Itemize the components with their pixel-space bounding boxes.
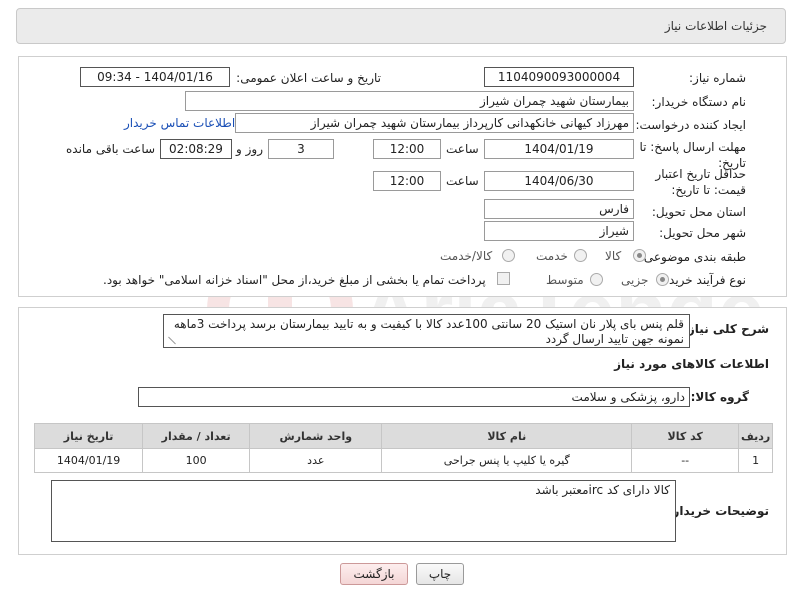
category-radio-service[interactable] [574,249,587,262]
col-unit: واحد شمارش [249,423,383,449]
description-text-value: قلم پنس بای پلار نان استیک 20 سانتی 100ع… [173,317,684,346]
buyer-org-field: بیمارستان شهید چمران شیراز [185,91,634,111]
days-label: روز و [236,142,263,156]
reply-deadline-time: 12:00 [373,139,441,159]
category-radio-goods[interactable] [633,249,646,262]
need-number-label: شماره نیاز: [689,71,746,85]
province-label: استان محل تحویل: [651,205,746,219]
page-title: جزئیات اطلاعات نیاز [664,19,767,33]
category-label: طبقه بندی موضوعی: [639,250,746,264]
cell-unit: عدد [249,448,383,473]
col-code: کد کالا [631,423,740,449]
announce-datetime-field: 1404/01/16 - 09:34 [80,67,230,87]
buyer-notes-label: توضیحات خریدار: [667,504,769,518]
price-validity-date: 1404/06/30 [484,171,634,191]
col-date: تاریخ نیاز [33,423,144,449]
description-text: قلم پنس بای پلار نان استیک 20 سانتی 100ع… [163,314,690,348]
cell-date: 1404/01/19 [33,448,144,473]
purchase-radio-minor[interactable] [656,273,669,286]
cell-row: 1 [738,448,773,473]
purchase-option-medium: متوسط [546,273,584,287]
time-remaining-label: ساعت باقی مانده [66,142,156,156]
treasury-checkbox[interactable] [497,272,510,285]
col-name: نام کالا [381,423,633,449]
category-option-both: کالا/خدمت [440,249,493,263]
city-field: شیراز [484,221,634,241]
days-remaining-field: 3 [268,139,334,159]
goods-section-title: اطلاعات کالاهای مورد نیاز [614,357,769,371]
price-validity-label: حداقل تاریخ اعتبار قیمت: تا تاریخ: [655,167,746,197]
province-field: فارس [484,199,634,219]
buyer-notes-text: کالا دارای کد ircمعتبر باشد [51,480,676,542]
buyer-contact-link[interactable]: اطلاعات تماس خریدار [124,116,235,130]
price-validity-time: 12:00 [373,171,441,191]
cell-code: -- [631,448,740,473]
description-label: شرح کلی نیاز: [683,322,769,336]
requester-label: ایجاد کننده درخواست: [635,118,746,132]
purchase-option-minor: جزیی [621,273,649,287]
treasury-note: پرداخت تمام یا بخشی از مبلغ خرید،از محل … [103,273,486,287]
purchase-type-label: نوع فرآیند خرید : [661,273,746,287]
buyer-org-label: نام دستگاه خریدار: [651,95,747,109]
reply-deadline-date: 1404/01/19 [484,139,634,159]
print-button[interactable]: چاپ [416,563,464,585]
col-qty: تعداد / مقدار [142,423,251,449]
cell-qty: 100 [142,448,251,473]
goods-table-header: ردیف کد کالا نام کالا واحد شمارش تعداد /… [33,423,773,449]
reply-time-label: ساعت [446,142,479,156]
goods-group-label: گروه کالا: [690,390,749,404]
goods-group-field: دارو، پزشکی و سلامت [138,387,690,407]
purchase-radio-medium[interactable] [590,273,603,286]
cell-name: گیره یا کلیپ یا پنس جراحی [381,448,633,473]
resize-grip-icon[interactable] [167,336,176,345]
requester-field: مهرزاد کیهانی خانکهدانی کارپرداز بیمارست… [235,113,634,133]
city-label: شهر محل تحویل: [659,226,746,240]
price-time-label: ساعت [446,174,479,188]
col-row: ردیف [738,423,773,449]
time-remaining-field: 02:08:29 [160,139,232,159]
category-radio-both[interactable] [502,249,515,262]
need-number-field: 1104090093000004 [484,67,634,87]
back-button[interactable]: بازگشت [340,563,408,585]
category-option-goods: کالا [605,249,622,263]
announce-datetime-label: تاریخ و ساعت اعلان عمومی: [236,71,381,85]
table-row: 1 -- گیره یا کلیپ یا پنس جراحی عدد 100 1… [33,448,773,473]
category-option-service: خدمت [536,249,568,263]
goods-table: ردیف کد کالا نام کالا واحد شمارش تعداد /… [33,423,773,473]
